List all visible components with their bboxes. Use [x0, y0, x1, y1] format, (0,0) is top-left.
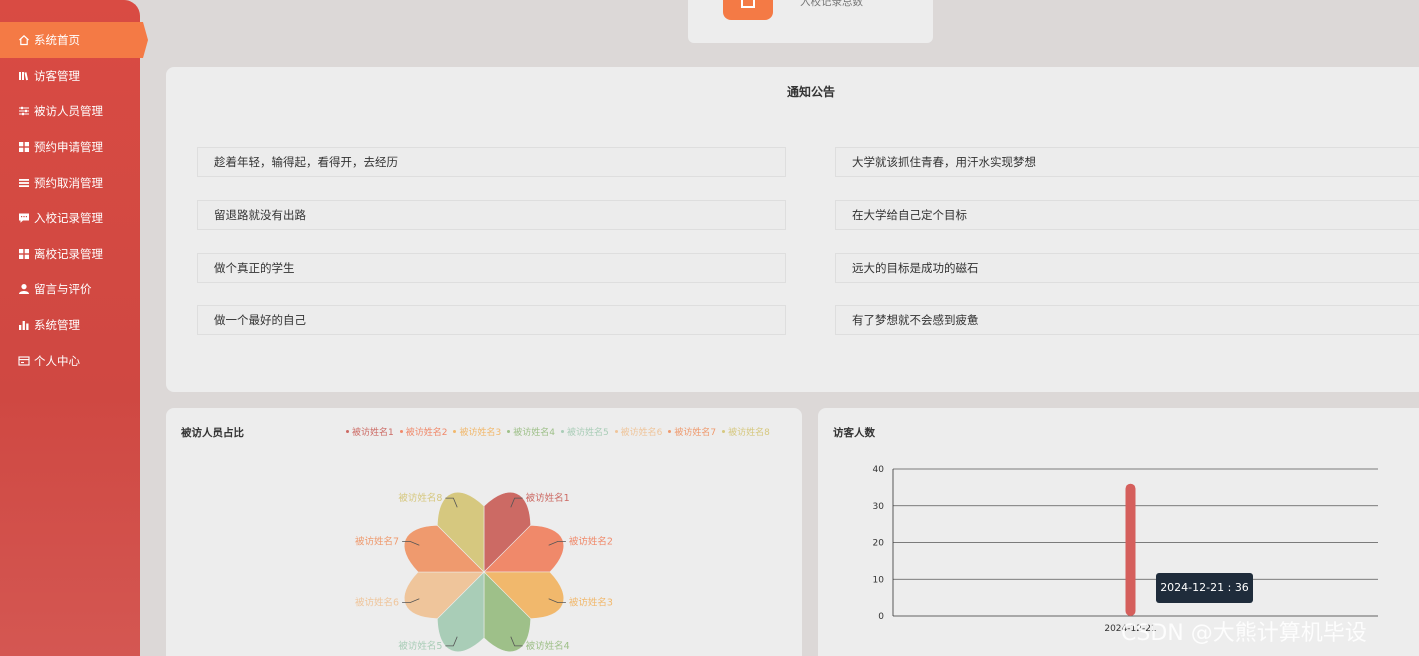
sidebar-item-label: 被访人员管理 — [34, 104, 103, 119]
y-tick-label: 40 — [873, 465, 885, 475]
sidebar-item[interactable]: 入校记录管理 — [0, 200, 140, 236]
notice-item[interactable]: 留退路就没有出路 — [197, 200, 786, 230]
notice-item[interactable]: 做个真正的学生 — [197, 253, 786, 283]
y-tick-label: 30 — [873, 502, 885, 512]
y-tick-label: 0 — [878, 612, 884, 622]
sidebar-nav: 系统首页访客管理被访人员管理 预约申请管理 预约取消管理 入校记录管理 离校记录管理 留言… — [0, 0, 148, 379]
record-icon — [723, 0, 773, 20]
pie-slice-label: 被访姓名7 — [355, 535, 399, 547]
notice-item[interactable]: 有了梦想就不会感到疲惫 — [835, 305, 1419, 335]
list-icon — [18, 177, 30, 189]
sidebar-item[interactable]: 个人中心 — [0, 343, 140, 379]
bar-chart-icon — [18, 319, 30, 331]
card-icon — [18, 355, 30, 367]
sidebar-item-label: 离校记录管理 — [34, 246, 103, 261]
y-tick-label: 10 — [873, 575, 885, 585]
sidebar-item-label: 入校记录管理 — [34, 211, 103, 226]
chart-tooltip: 2024-12-21 : 36 — [1156, 573, 1253, 603]
pie-slice-label: 被访姓名5 — [398, 640, 442, 652]
notice-item[interactable]: 做一个最好的自己 — [197, 305, 786, 335]
sliders-icon — [18, 105, 30, 117]
sidebar-item[interactable]: 留言与评价 — [0, 272, 140, 308]
sidebar-item[interactable]: 系统管理 — [0, 307, 140, 343]
sidebar-item[interactable]: 离校记录管理 — [0, 236, 140, 272]
sidebar: 系统首页访客管理被访人员管理 预约申请管理 预约取消管理 入校记录管理 离校记录管理 留言… — [0, 0, 148, 656]
grid-icon — [18, 141, 30, 153]
stat-label: 入校记录总数 — [800, 0, 863, 8]
sidebar-item[interactable]: 被访人员管理 — [0, 94, 140, 130]
sidebar-item[interactable]: 预约取消管理 — [0, 165, 140, 201]
sidebar-item-label: 个人中心 — [34, 353, 80, 368]
notice-item[interactable]: 大学就该抓住青春，用汗水实现梦想 — [835, 147, 1419, 177]
pie-slice-label: 被访姓名6 — [355, 597, 399, 609]
sidebar-item[interactable]: 预约申请管理 — [0, 129, 140, 165]
grid-icon — [18, 248, 30, 260]
sidebar-item-label: 预约取消管理 — [34, 175, 103, 190]
pie-slice-label: 被访姓名8 — [398, 492, 442, 504]
stat-card: 入校记录总数 — [688, 0, 933, 43]
watermark: CSDN @大熊计算机毕设 — [1121, 621, 1367, 646]
notice-item[interactable]: 远大的目标是成功的磁石 — [835, 253, 1419, 283]
sidebar-item[interactable]: 系统首页 — [0, 22, 148, 58]
sidebar-item-label: 留言与评价 — [34, 282, 92, 297]
notice-panel: 通知公告 趁着年轻，输得起，看得开，去经历 大学就该抓住青春，用汗水实现梦想 留… — [166, 67, 1419, 392]
bar[interactable] — [1125, 483, 1136, 616]
notice-title: 通知公告 — [786, 85, 835, 99]
sidebar-item-label: 预约申请管理 — [34, 139, 103, 154]
pie-slice-label: 被访姓名1 — [526, 492, 570, 504]
sidebar-item-label: 访客管理 — [34, 68, 80, 83]
pie-slice-label: 被访姓名3 — [569, 597, 613, 609]
sidebar-item[interactable]: 访客管理 — [0, 58, 140, 94]
sidebar-item-label: 系统首页 — [34, 33, 80, 47]
chat-icon — [18, 212, 30, 224]
notice-item[interactable]: 趁着年轻，输得起，看得开，去经历 — [197, 147, 786, 177]
pie-chart: 被访姓名1 被访姓名2 被访姓名3 被访姓名4 被访姓名5 被访姓名6 被访姓名7 被访姓名8 — [355, 491, 613, 653]
home-icon — [18, 34, 30, 46]
pie-chart-panel: 被访人员占比 被访姓名1 被访姓名2 被访姓名3 被访姓名4 被访姓名5 被访姓名6 被访姓… — [166, 408, 802, 656]
y-tick-label: 20 — [873, 539, 885, 549]
notice-item[interactable]: 在大学给自己定个目标 — [835, 200, 1419, 230]
pie-slice-label: 被访姓名4 — [526, 640, 570, 652]
library-icon — [18, 70, 30, 82]
user-icon — [18, 283, 30, 295]
pie-slice-label: 被访姓名2 — [569, 535, 613, 547]
sidebar-item-label: 系统管理 — [34, 317, 80, 332]
